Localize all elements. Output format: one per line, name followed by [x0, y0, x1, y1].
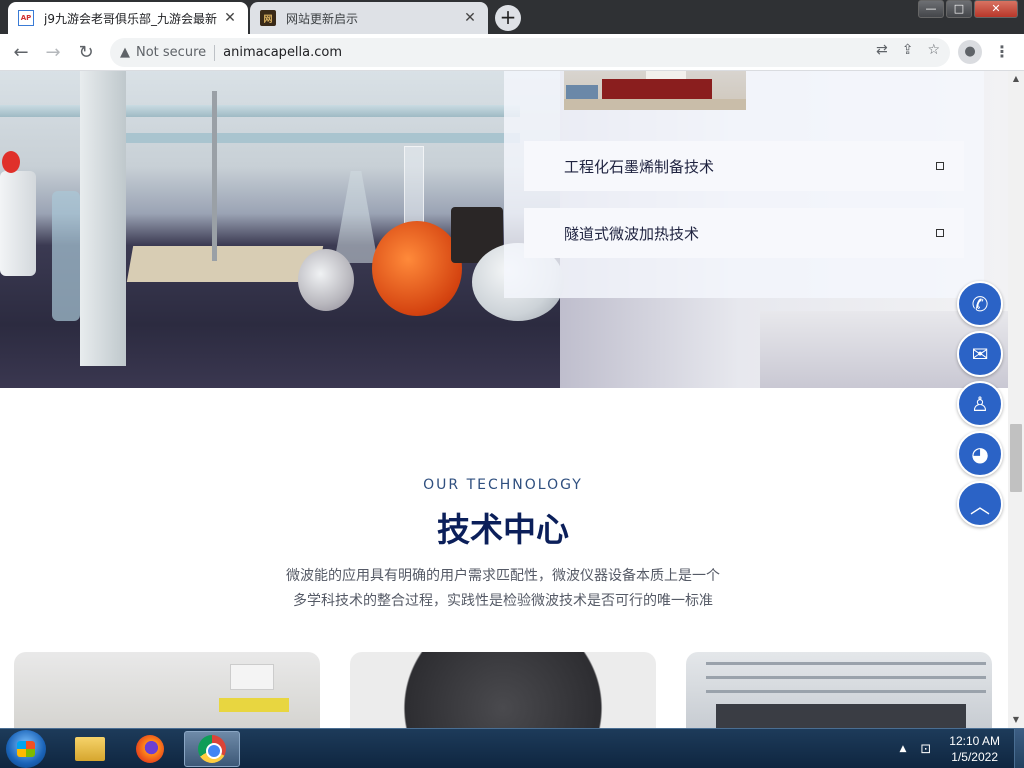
card-detail: [230, 664, 274, 690]
hero-bottle: [0, 171, 36, 276]
card-detail: [706, 676, 986, 679]
translate-icon[interactable]: ⇄: [876, 42, 888, 58]
browser-toolbar: ← → ↻ ▲ Not secure animacapella.com ⇄ ⇪ …: [0, 34, 1024, 71]
technology-accordion: 工程化石墨烯制备技术 隧道式微波加热技术: [504, 71, 984, 298]
address-bar[interactable]: ▲ Not secure animacapella.com ⇄ ⇪ ☆: [110, 38, 950, 67]
technology-section: OUR TECHNOLOGY 技术中心 微波能的应用具有明确的用户需求匹配性，微…: [0, 388, 1008, 728]
scroll-up-arrow-icon[interactable]: ▲: [1008, 71, 1024, 87]
hero-orange-flask: [372, 221, 462, 316]
tab-close-icon[interactable]: ✕: [222, 10, 238, 26]
warning-icon[interactable]: ▲: [120, 45, 130, 60]
hero-flask: [298, 249, 354, 311]
section-title: 技术中心: [437, 510, 569, 549]
firefox-icon: [136, 735, 164, 763]
thumb-detail: [602, 79, 712, 101]
section-subtitle: OUR TECHNOLOGY: [423, 477, 583, 493]
taskbar-explorer[interactable]: [62, 731, 118, 767]
chrome-icon: [198, 735, 226, 763]
phone-icon[interactable]: ✆: [957, 281, 1003, 327]
address-tools: ⇄ ⇪ ☆: [876, 42, 940, 58]
hero-bottle-cap: [2, 151, 20, 173]
chevron-up-icon[interactable]: ︿: [957, 481, 1003, 527]
window-controls: — □ ✕: [916, 0, 1018, 20]
thumb-detail: [564, 99, 746, 110]
windows-logo-icon: [17, 741, 35, 757]
windows-taskbar: ▲ ⊡ 12:10 AM 1/5/2022: [0, 728, 1024, 768]
tab-inactive[interactable]: 网 网站更新启示 ✕: [250, 2, 488, 34]
start-button[interactable]: [6, 730, 46, 768]
close-window-button[interactable]: ✕: [974, 0, 1018, 18]
expand-toggle-icon[interactable]: [936, 162, 944, 170]
security-status[interactable]: Not secure: [136, 45, 206, 60]
minimize-button[interactable]: —: [918, 0, 944, 18]
hero-shelf: [0, 105, 520, 117]
browser-tab-bar: AP j9九游会老哥俱乐部_九游会最新 ✕ 网 网站更新启示 ✕ + — □ ✕: [0, 0, 1024, 34]
site-favicon-icon: AP: [18, 10, 34, 26]
network-icon[interactable]: ⊡: [920, 742, 931, 757]
profile-avatar-icon[interactable]: ●: [958, 40, 982, 64]
taskbar-chrome[interactable]: [184, 731, 240, 767]
accordion-item-label: 工程化石墨烯制备技术: [564, 157, 715, 176]
thumb-detail: [566, 85, 598, 99]
browser-menu-icon[interactable]: ⋮: [994, 40, 1010, 64]
taskbar-clock[interactable]: 12:10 AM 1/5/2022: [949, 733, 1000, 765]
hero-stand-post: [80, 71, 126, 366]
qq-icon[interactable]: ♙: [957, 381, 1003, 427]
page-viewport: 工程化石墨烯制备技术 隧道式微波加热技术 OUR TECHNOLOGY 技术中心…: [0, 71, 1008, 728]
address-divider: [214, 44, 216, 61]
card-detail: [706, 690, 986, 693]
hero-bottle: [52, 191, 80, 321]
card-detail: [706, 662, 986, 665]
hero-erlenmeyer-flask: [334, 171, 378, 263]
tab-active[interactable]: AP j9九游会老哥俱乐部_九游会最新 ✕: [8, 2, 248, 34]
reload-icon[interactable]: ↻: [73, 40, 99, 66]
technology-card-image[interactable]: [350, 652, 656, 728]
taskbar-firefox[interactable]: [122, 731, 178, 767]
expand-toggle-icon[interactable]: [936, 229, 944, 237]
description-line: 多学科技术的整合过程，实践性是检验微波技术是否可行的唯一标准: [293, 593, 713, 609]
clock-time: 12:10 AM: [949, 734, 1000, 748]
card-detail: [219, 698, 289, 712]
tab-title: 网站更新启示: [286, 11, 359, 26]
scrollbar-thumb[interactable]: [1010, 424, 1022, 492]
bookmark-star-icon[interactable]: ☆: [927, 42, 940, 58]
system-tray: ▲ ⊡ 12:10 AM 1/5/2022: [899, 729, 1024, 768]
card-detail: [716, 704, 966, 728]
maximize-button[interactable]: □: [946, 0, 972, 18]
site-favicon-icon: 网: [260, 10, 276, 26]
back-arrow-icon[interactable]: ←: [8, 40, 34, 66]
folder-icon: [75, 737, 105, 761]
hero-shelf: [80, 133, 520, 143]
tray-expand-icon[interactable]: ▲: [899, 744, 906, 754]
lab-hero-image: 工程化石墨烯制备技术 隧道式微波加热技术: [0, 71, 1008, 388]
hero-bench: [126, 246, 324, 282]
description-line: 微波能的应用具有明确的用户需求匹配性，微波仪器设备本质上是一个: [286, 568, 720, 584]
accordion-item-graphene[interactable]: 工程化石墨烯制备技术: [524, 141, 964, 191]
tab-close-icon[interactable]: ✕: [462, 10, 478, 26]
share-icon[interactable]: ⇪: [902, 42, 914, 58]
clock-date: 1/5/2022: [951, 750, 998, 764]
hero-flask-neck: [404, 146, 424, 231]
scroll-down-arrow-icon[interactable]: ▼: [1008, 712, 1024, 728]
forward-arrow-icon[interactable]: →: [40, 40, 66, 66]
page-scrollbar[interactable]: ▲ ▼: [1008, 71, 1024, 728]
new-tab-button[interactable]: +: [495, 5, 521, 31]
technology-card-image[interactable]: [686, 652, 992, 728]
section-description: 微波能的应用具有明确的用户需求匹配性，微波仪器设备本质上是一个 多学科技术的整合…: [0, 564, 1006, 614]
tab-title: j9九游会老哥俱乐部_九游会最新: [44, 11, 217, 26]
wechat-icon[interactable]: ◕: [957, 431, 1003, 477]
email-icon[interactable]: ✉: [957, 331, 1003, 377]
hero-rod: [212, 91, 217, 261]
url-text[interactable]: animacapella.com: [223, 45, 342, 60]
technology-card-image[interactable]: [14, 652, 320, 728]
accordion-thumbnail-image: [564, 71, 746, 110]
show-desktop-button[interactable]: [1014, 729, 1024, 768]
accordion-item-tunnel-heating[interactable]: 隧道式微波加热技术: [524, 208, 964, 258]
accordion-item-label: 隧道式微波加热技术: [564, 224, 700, 243]
